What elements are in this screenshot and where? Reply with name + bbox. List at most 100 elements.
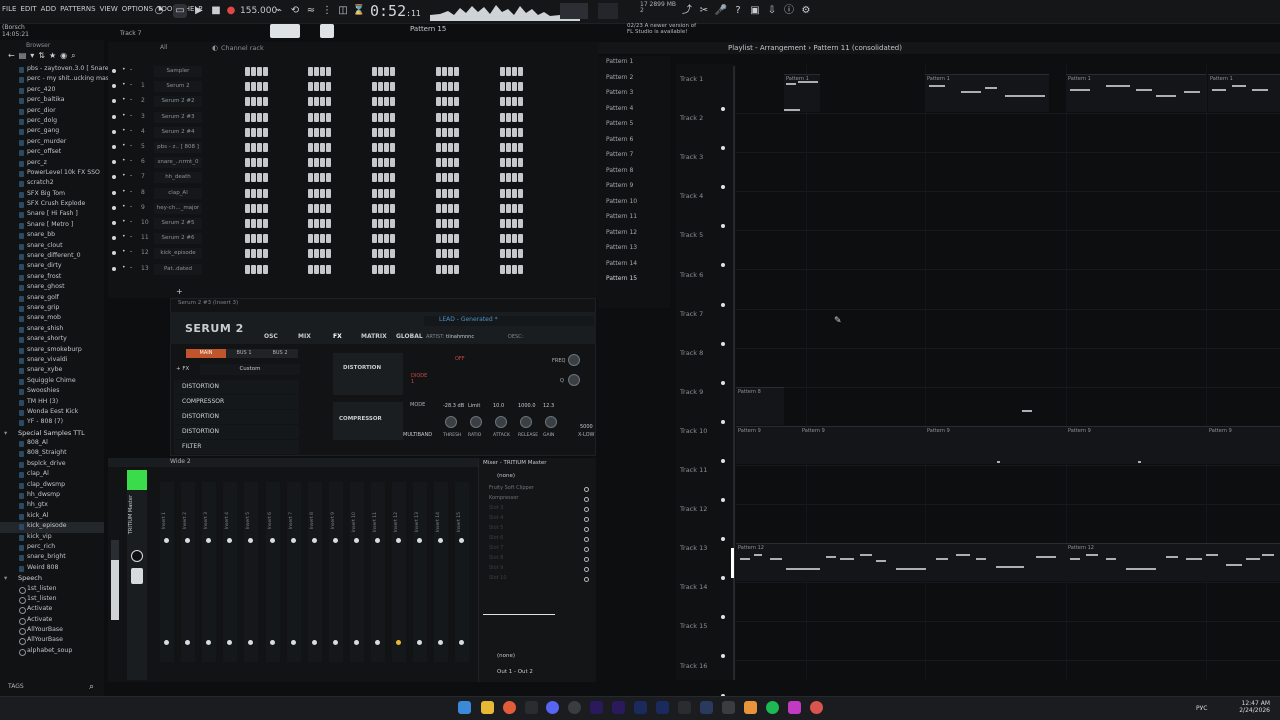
step-button[interactable] <box>436 203 441 213</box>
channel-name-button[interactable]: Serum 2 #6 <box>154 233 202 245</box>
channel-pan[interactable]: - <box>130 112 132 119</box>
photoshop-icon[interactable] <box>656 701 669 714</box>
step-button[interactable] <box>372 173 377 183</box>
track-header[interactable]: Track 10 <box>680 427 707 435</box>
step-button[interactable] <box>326 158 331 168</box>
step-button[interactable] <box>384 219 389 228</box>
pattern-item[interactable]: Pattern 12 <box>598 227 670 243</box>
channel-name-button[interactable]: hey-ch..._major <box>154 202 202 214</box>
slot-toggle[interactable] <box>584 577 589 582</box>
step-button[interactable] <box>245 173 250 183</box>
channel-name-button[interactable]: kick_episode <box>154 248 202 260</box>
browser-file[interactable]: snare_frost <box>0 273 104 283</box>
output-select[interactable]: Out 1 - Out 2 <box>497 669 533 675</box>
channel-mute[interactable]: • <box>122 264 126 271</box>
step-button[interactable] <box>518 173 523 183</box>
tab-matrix[interactable]: MATRIX <box>361 333 387 340</box>
fx-chain-slot[interactable]: DISTORTION <box>174 410 299 424</box>
insert-pan-dot[interactable] <box>164 538 169 543</box>
channel-led[interactable] <box>112 99 116 104</box>
mixer-insert-strip[interactable]: Insert 9 <box>328 482 343 662</box>
step-button[interactable] <box>442 143 447 152</box>
insert-pan-dot[interactable] <box>332 538 338 543</box>
step-button[interactable] <box>245 188 250 198</box>
scissors-icon[interactable]: ✂ <box>697 4 711 18</box>
step-button[interactable] <box>384 188 389 198</box>
step-button[interactable] <box>442 127 447 137</box>
step-button[interactable] <box>320 203 325 213</box>
tab-osc[interactable]: OSC <box>264 333 278 340</box>
mixer-insert-strip[interactable]: Insert 15 <box>455 482 470 662</box>
browser-file[interactable]: 808_Straight <box>0 449 104 459</box>
browser-file[interactable]: Wonda Eest Kick <box>0 408 104 418</box>
step-button[interactable] <box>320 219 325 228</box>
comp-knob[interactable] <box>545 416 557 428</box>
fx-chain-slot[interactable]: DISTORTION <box>174 380 299 394</box>
slot-toggle[interactable] <box>584 527 589 532</box>
step-button[interactable] <box>378 127 383 137</box>
step-button[interactable] <box>436 234 441 244</box>
insert-route-dot[interactable] <box>332 640 338 645</box>
step-button[interactable] <box>314 264 319 274</box>
step-button[interactable] <box>251 173 256 183</box>
discord-icon[interactable] <box>546 701 559 714</box>
step-button[interactable] <box>518 158 523 168</box>
step-button[interactable] <box>257 97 262 107</box>
info-icon[interactable]: ⓘ <box>782 4 796 18</box>
step-button[interactable] <box>251 219 256 228</box>
channel-led[interactable] <box>112 190 116 195</box>
link-icon[interactable]: ⤴ <box>680 4 694 18</box>
step-button[interactable] <box>314 82 319 92</box>
channel-led[interactable] <box>112 160 116 165</box>
step-button[interactable] <box>448 264 453 274</box>
step-button[interactable] <box>257 188 262 198</box>
step-button[interactable] <box>308 158 313 168</box>
step-button[interactable] <box>448 249 453 259</box>
step-button[interactable] <box>518 67 523 76</box>
step-button[interactable] <box>518 127 523 137</box>
step-button[interactable] <box>263 143 268 152</box>
step-button[interactable] <box>308 234 313 244</box>
channel-row[interactable]: • - 2 Serum 2 #2 <box>108 94 588 109</box>
effect-slot[interactable]: Kompressor <box>483 495 593 505</box>
browser-file[interactable]: snare_clout <box>0 242 104 252</box>
step-button[interactable] <box>518 203 523 213</box>
step-button[interactable] <box>308 112 313 122</box>
save-icon[interactable]: ▣ <box>748 4 762 18</box>
browser-file[interactable]: AllYourBase <box>0 636 104 646</box>
channel-led[interactable] <box>112 251 116 256</box>
step-button[interactable] <box>436 219 441 228</box>
step-button[interactable] <box>506 97 511 107</box>
explorer-icon[interactable] <box>481 701 494 714</box>
step-button[interactable] <box>518 82 523 92</box>
playlist-pattern[interactable]: Pattern 11 (consolidated) <box>813 44 902 52</box>
channel-name-button[interactable]: Serum 2 #4 <box>154 126 202 138</box>
playlist-grid[interactable] <box>736 64 1280 680</box>
step-button[interactable] <box>512 203 517 213</box>
step-button[interactable] <box>326 82 331 92</box>
distortion-mode[interactable]: DIODE 1 <box>411 373 431 385</box>
step-button[interactable] <box>308 249 313 259</box>
step-button[interactable] <box>326 97 331 107</box>
mixer-view-select[interactable]: Wide 2 <box>170 458 191 465</box>
channel-name-button[interactable]: Sampler <box>154 66 202 77</box>
step-button[interactable] <box>506 188 511 198</box>
step-button[interactable] <box>257 158 262 168</box>
browser-file[interactable]: snare_bb <box>0 231 104 241</box>
track-mute-dot[interactable] <box>721 458 725 463</box>
step-button[interactable] <box>263 234 268 244</box>
step-button[interactable] <box>245 158 250 168</box>
step-button[interactable] <box>384 264 389 274</box>
browser-file[interactable]: clap_Al <box>0 470 104 480</box>
step-button[interactable] <box>245 143 250 152</box>
step-button[interactable] <box>384 158 389 168</box>
app-icon[interactable] <box>525 701 538 714</box>
pattern-song-toggle[interactable]: ▭ <box>173 4 187 18</box>
pattern-selector[interactable]: Pattern 15 <box>410 25 446 33</box>
pattern-item[interactable]: Pattern 1 <box>598 56 670 72</box>
browser-file[interactable]: snare_shish <box>0 325 104 335</box>
step-button[interactable] <box>257 112 262 122</box>
export-icon[interactable]: ⇩ <box>765 4 779 18</box>
metronome-icon[interactable]: ◔ <box>152 4 166 18</box>
track-mute-dot[interactable] <box>721 341 725 346</box>
